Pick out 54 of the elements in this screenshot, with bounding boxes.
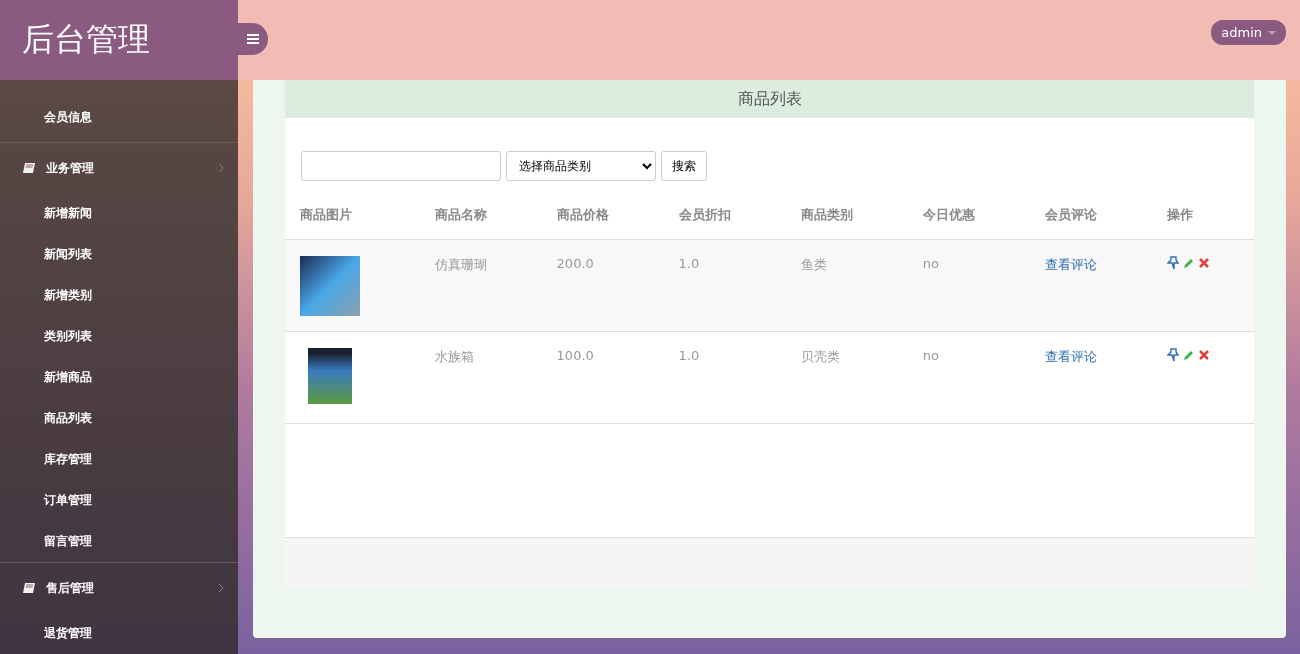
table-cell: 200.0	[541, 239, 664, 332]
column-header: 商品图片	[285, 191, 420, 240]
sidebar-group[interactable]: 售后管理	[0, 563, 238, 613]
column-header: 商品类别	[785, 191, 908, 240]
panel-title: 商品列表	[737, 88, 802, 110]
chevron-icon	[218, 163, 224, 173]
sidebar-item[interactable]: 退货管理	[0, 613, 238, 654]
sidebar-item[interactable]: 新增商品	[0, 357, 238, 398]
table-cell: 水族箱	[419, 331, 542, 424]
view-comments-link[interactable]: 查看评论	[1044, 257, 1097, 272]
menu-icon	[247, 34, 259, 44]
search-button[interactable]: 搜索	[661, 151, 707, 181]
sidebar-item[interactable]: 新闻列表	[0, 234, 238, 275]
table-cell: no	[907, 239, 1030, 332]
table-cell: 1.0	[663, 331, 786, 424]
sidebar-item[interactable]: 类别列表	[0, 316, 238, 357]
chevron-icon	[218, 583, 224, 593]
column-header: 商品名称	[419, 191, 542, 240]
caret-icon	[1268, 30, 1276, 35]
brand-title: 后台管理	[22, 19, 150, 60]
sidebar-item[interactable]: 新增类别	[0, 275, 238, 316]
pencil-icon[interactable]	[1182, 257, 1195, 269]
sidebar-group[interactable]: 业务管理	[0, 143, 238, 193]
column-header: 会员评论	[1029, 191, 1152, 240]
photo-placeholder	[308, 348, 352, 404]
delete-icon[interactable]	[1198, 258, 1209, 268]
table-cell: no	[907, 331, 1030, 424]
book-icon	[22, 162, 36, 174]
column-header: 操作	[1151, 191, 1254, 240]
sidebar-item[interactable]: 留言管理	[0, 521, 238, 562]
sidebar-item[interactable]: 新增新闻	[0, 193, 238, 234]
column-header: 商品价格	[541, 191, 664, 240]
sidebar-item[interactable]: 商品列表	[0, 398, 238, 439]
table-cell: 100.0	[541, 331, 664, 424]
category-select[interactable]: 选择商品类别	[506, 151, 656, 181]
table-cell: 鱼类	[785, 239, 908, 332]
view-comments-link[interactable]: 查看评论	[1044, 349, 1097, 364]
table-cell: 贝壳类	[785, 331, 908, 424]
pin-icon[interactable]	[1166, 348, 1179, 362]
menu-button[interactable]	[238, 23, 268, 55]
sidebar-item[interactable]: 库存管理	[0, 439, 238, 480]
pin-icon[interactable]	[1166, 256, 1179, 270]
search-field[interactable]	[301, 151, 501, 181]
sidebar-item[interactable]: 订单管理	[0, 480, 238, 521]
table-cell: 仿真珊瑚	[419, 239, 542, 332]
delete-icon[interactable]	[1198, 350, 1209, 360]
user-menu-button[interactable]: admin	[1211, 20, 1286, 45]
table-cell: 1.0	[663, 239, 786, 332]
pencil-icon[interactable]	[1182, 349, 1195, 361]
column-header: 今日优惠	[907, 191, 1030, 240]
photo-placeholder	[300, 256, 360, 316]
column-header: 会员折扣	[663, 191, 786, 240]
sidebar-item[interactable]: 会员信息	[0, 96, 238, 142]
book-icon	[22, 582, 36, 594]
